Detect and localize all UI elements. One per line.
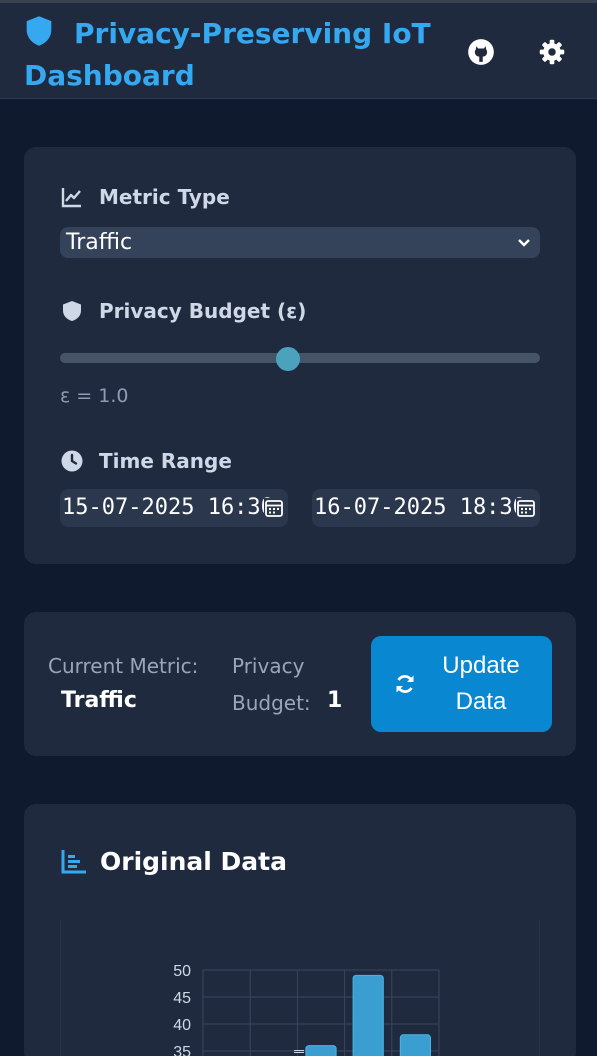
- github-icon: [468, 39, 494, 65]
- status-panel: Current Metric: Traffic Privacy Budget: …: [24, 612, 576, 756]
- y-tick-label: 40: [173, 1017, 191, 1034]
- end-date-input[interactable]: 16-07-2025 18:30: [312, 489, 540, 527]
- line-chart-icon: [61, 188, 81, 208]
- refresh-icon: [396, 675, 414, 693]
- privacy-budget-text: Privacy Budget (ε): [99, 299, 307, 323]
- current-metric-label: Current Metric:: [48, 654, 199, 678]
- update-data-label-line2: Data: [455, 688, 507, 715]
- original-data-title: Original Data: [100, 846, 287, 876]
- time-range-text: Time Range: [99, 449, 232, 473]
- settings-button[interactable]: [538, 38, 566, 66]
- current-metric-value: Traffic: [61, 688, 137, 713]
- metric-type-selected: Traffic: [66, 230, 133, 255]
- privacy-budget-label: Privacy Budget (ε): [60, 299, 306, 323]
- app-title: Privacy-Preserving IoT Dashboard: [24, 17, 431, 92]
- metric-type-text: Metric Type: [99, 185, 230, 209]
- original-data-header: Original Data: [60, 844, 287, 878]
- y-tick-label: 50: [173, 963, 191, 980]
- privacy-budget-slider[interactable]: [60, 353, 540, 363]
- privacy-slider-thumb[interactable]: [276, 347, 300, 371]
- github-button[interactable]: [467, 38, 495, 66]
- y-tick-label: 35: [173, 1044, 191, 1056]
- chart-bar[interactable]: [399, 1034, 432, 1056]
- shield-icon: [63, 301, 81, 321]
- calendar-icon[interactable]: [264, 498, 284, 518]
- update-data-button[interactable]: Update Data: [371, 636, 552, 732]
- controls-panel: Metric Type Traffic Privacy Budget (ε) ε…: [24, 147, 576, 564]
- time-range-label: Time Range: [60, 449, 232, 473]
- privacy-budget-status-label: Privacy: [232, 654, 305, 678]
- resize-handle[interactable]: [294, 1050, 304, 1053]
- chart-bar[interactable]: [352, 974, 384, 1056]
- calendar-icon[interactable]: [516, 498, 536, 518]
- end-date-value: 16-07-2025 18:30: [314, 495, 526, 520]
- privacy-budget-status-label-2: Budget:: [232, 691, 311, 715]
- bar-chart-icon: [61, 850, 86, 874]
- original-data-chart: 50 45 40 35: [60, 920, 540, 1056]
- chart-bar[interactable]: [305, 1045, 337, 1056]
- original-data-chart-svg: 50 45 40 35: [173, 963, 440, 1056]
- epsilon-value: ε = 1.0: [60, 385, 129, 407]
- start-date-value: 15-07-2025 16:30: [62, 495, 274, 520]
- privacy-budget-status-value: 1: [327, 688, 343, 713]
- clock-icon: [61, 450, 83, 472]
- update-data-label: Update Data: [431, 648, 531, 720]
- start-date-input[interactable]: 15-07-2025 16:30: [60, 489, 288, 527]
- gear-icon: [539, 39, 565, 65]
- update-data-label-line1: Update: [442, 652, 520, 679]
- original-data-panel: Original Data 50 45 40 35: [24, 804, 576, 1056]
- metric-type-label: Metric Type: [60, 185, 230, 209]
- metric-type-select[interactable]: Traffic: [60, 227, 540, 258]
- y-tick-label: 45: [173, 990, 191, 1007]
- app-header: Privacy-Preserving IoT Dashboard: [0, 3, 597, 99]
- chevron-down-icon: [518, 239, 530, 247]
